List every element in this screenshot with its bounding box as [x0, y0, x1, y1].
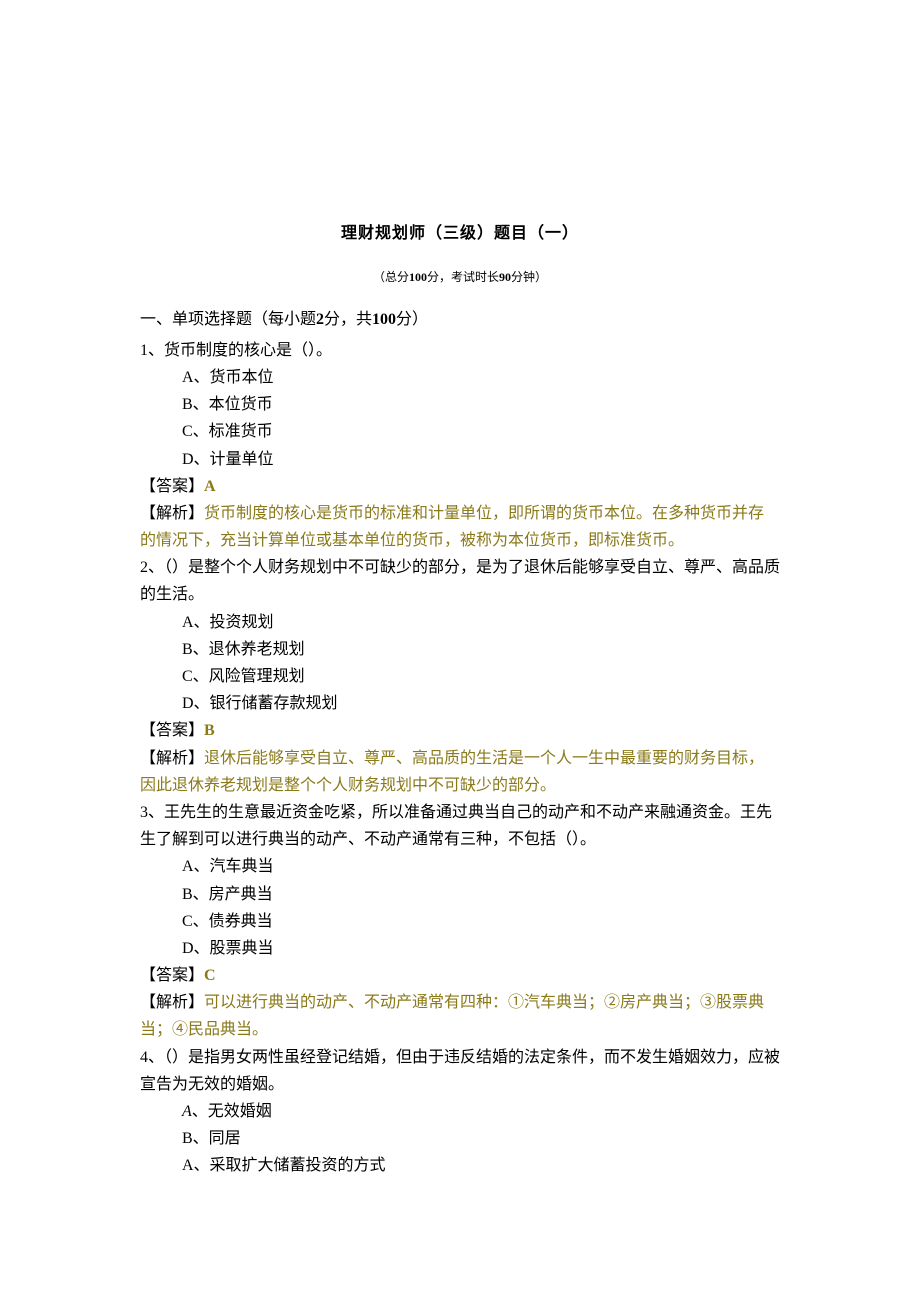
- option: C、标准货币: [140, 418, 780, 445]
- explain-body: 退休后能够享受自立、尊严、高品质的生活是一个人一生中最重要的财务目标，因此退休养…: [140, 750, 764, 794]
- question-number: 3: [140, 804, 148, 821]
- per-score: 2: [316, 311, 324, 328]
- subnote-prefix: （总分: [373, 270, 409, 284]
- question-stem: 1、货币制度的核心是（）。: [140, 337, 780, 364]
- option: A、汽车典当: [140, 853, 780, 880]
- option-letter-italic: A: [182, 1103, 192, 1120]
- exam-subnote: （总分100分，考试时长90分钟）: [140, 267, 780, 287]
- option: A、投资规划: [140, 609, 780, 636]
- explanation: 【解析】可以进行典当的动产、不动产通常有四种：①汽车典当；②房产典当；③股票典当…: [140, 989, 780, 1043]
- explanation: 【解析】货币制度的核心是货币的标准和计量单位，即所谓的货币本位。在多种货币并存的…: [140, 500, 780, 554]
- option: D、银行储蓄存款规划: [140, 690, 780, 717]
- answer-line: 【答案】C: [140, 962, 780, 989]
- question-stem: 3、王先生的生意最近资金吃紧，所以准备通过典当自己的动产和不动产来融通资金。王先…: [140, 799, 780, 853]
- answer-line: 【答案】A: [140, 473, 780, 500]
- option: B、本位货币: [140, 391, 780, 418]
- question-text: 、（）是指男女两性虽经登记结婚，但由于违反结婚的法定条件，而不发生婚姻效力，应被…: [140, 1049, 780, 1093]
- explanation: 【解析】退休后能够享受自立、尊严、高品质的生活是一个人一生中最重要的财务目标，因…: [140, 745, 780, 799]
- explain-body: 可以进行典当的动产、不动产通常有四种：①汽车典当；②房产典当；③股票典当；④民品…: [140, 994, 764, 1038]
- explain-label: 【解析】: [140, 505, 204, 522]
- option: D、股票典当: [140, 935, 780, 962]
- subnote-suffix: 分钟）: [511, 270, 547, 284]
- answer-value: C: [204, 967, 216, 984]
- explain-body: 货币制度的核心是货币的标准和计量单位，即所谓的货币本位。在多种货币并存的情况下，…: [140, 505, 764, 549]
- duration: 90: [499, 270, 511, 284]
- option: A、货币本位: [140, 364, 780, 391]
- option: D、计量单位: [140, 446, 780, 473]
- exam-title: 理财规划师（三级）题目（一）: [140, 220, 780, 247]
- option: C、债券典当: [140, 908, 780, 935]
- section-label: 一、单项选择题（每小题: [140, 311, 316, 328]
- section-suffix: 分）: [396, 311, 428, 328]
- question-text: 、货币制度的核心是（）。: [148, 342, 332, 359]
- answer-value: A: [204, 478, 216, 495]
- option: B、退休养老规划: [140, 636, 780, 663]
- question-stem: 2、（）是整个个人财务规划中不可缺少的部分，是为了退休后能够享受自立、尊严、高品…: [140, 554, 780, 608]
- option: B、房产典当: [140, 881, 780, 908]
- option: B、同居: [140, 1125, 780, 1152]
- question-number: 1: [140, 342, 148, 359]
- sum-score: 100: [372, 311, 396, 328]
- answer-label: 【答案】: [140, 478, 204, 495]
- section-heading: 一、单项选择题（每小题2分，共100分）: [140, 306, 780, 333]
- option: A、采取扩大储蓄投资的方式: [140, 1152, 780, 1179]
- section-mid: 分，共: [324, 311, 372, 328]
- answer-line: 【答案】B: [140, 717, 780, 744]
- question-number: 4: [140, 1049, 148, 1066]
- answer-label: 【答案】: [140, 722, 204, 739]
- subnote-mid1: 分，考试时长: [427, 270, 499, 284]
- question-text: 、（）是整个个人财务规划中不可缺少的部分，是为了退休后能够享受自立、尊严、高品质…: [140, 559, 780, 603]
- option: C、风险管理规划: [140, 663, 780, 690]
- question-stem: 4、（）是指男女两性虽经登记结婚，但由于违反结婚的法定条件，而不发生婚姻效力，应…: [140, 1044, 780, 1098]
- total-score: 100: [409, 270, 427, 284]
- question-number: 2: [140, 559, 148, 576]
- answer-value: B: [204, 722, 215, 739]
- explain-label: 【解析】: [140, 750, 204, 767]
- explain-label: 【解析】: [140, 994, 204, 1011]
- option: A、无效婚姻: [140, 1098, 780, 1125]
- option-text: 、无效婚姻: [192, 1103, 272, 1120]
- question-text: 、王先生的生意最近资金吃紧，所以准备通过典当自己的动产和不动产来融通资金。王先生…: [140, 804, 772, 848]
- answer-label: 【答案】: [140, 967, 204, 984]
- document-page: 理财规划师（三级）题目（一） （总分100分，考试时长90分钟） 一、单项选择题…: [0, 0, 920, 1280]
